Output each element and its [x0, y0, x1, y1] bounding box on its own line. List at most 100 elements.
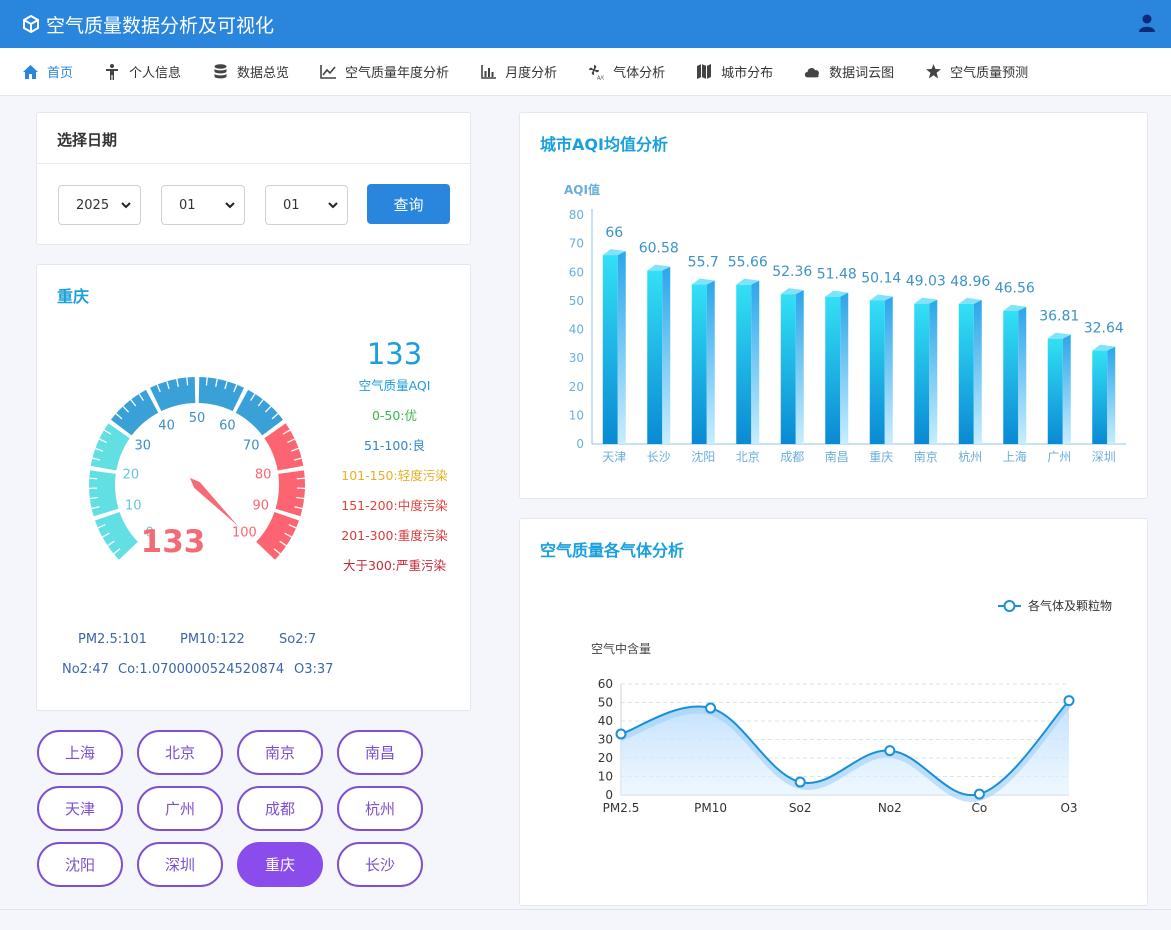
nav-item-city-map[interactable]: 城市分布 — [696, 62, 773, 81]
city-button[interactable]: 南京 — [237, 730, 323, 775]
city-button[interactable]: 北京 — [137, 730, 223, 775]
gauge-tick-label: 30 — [135, 439, 152, 454]
brand[interactable]: 空气质量数据分析及可视化 — [22, 11, 274, 38]
city-button[interactable]: 成都 — [237, 786, 323, 831]
bar-side — [1107, 346, 1116, 444]
x-tick-label: No2 — [878, 801, 902, 815]
gauge-tick — [205, 377, 208, 386]
nav-item-home[interactable]: 首页 — [22, 62, 73, 81]
bar-front — [958, 303, 974, 444]
gauge-tick-label: 60 — [219, 418, 236, 433]
x-tick-label: 深圳 — [1092, 450, 1116, 464]
nav-item-forecast[interactable]: 空气质量预测 — [925, 62, 1028, 81]
y-axis-label: 空气中含量 — [591, 641, 651, 656]
city-aqi-chart-card: 城市AQI均值分析 AQI值 0 10 20 30 40 50 60 70 80 66 天津 60.58… — [519, 112, 1148, 499]
top-bar: 空气质量数据分析及可视化 — [0, 0, 1171, 48]
nav-item-gas[interactable]: A/C 气体分析 — [588, 62, 665, 81]
x-tick-label: O3 — [1060, 801, 1077, 815]
no2-value: No2:47 — [62, 662, 109, 677]
city-button[interactable]: 重庆 — [237, 842, 323, 887]
x-tick-label: 北京 — [736, 450, 760, 464]
user-icon — [1139, 14, 1155, 32]
data-point[interactable] — [1063, 695, 1075, 707]
city-button[interactable]: 广州 — [137, 786, 223, 831]
gauge-value-text: 133 — [141, 524, 206, 560]
y-tick-label: 60 — [598, 677, 613, 691]
nav-item-overview[interactable]: 数据总览 — [212, 62, 289, 81]
city-button[interactable]: 上海 — [37, 730, 123, 775]
city-button[interactable]: 南昌 — [337, 730, 423, 775]
y-tick-label: 50 — [569, 294, 584, 308]
bar-side — [706, 280, 715, 444]
gas-chart-title: 空气质量各气体分析 — [540, 541, 685, 560]
legend-marker — [1003, 600, 1016, 612]
bar-front — [780, 294, 796, 444]
gauge-band — [110, 389, 159, 436]
y-tick-label: 40 — [598, 714, 613, 728]
day-select[interactable]: 01 — [265, 185, 348, 225]
pm10-value: PM10:122 — [180, 632, 245, 647]
year-select[interactable]: 2025 — [58, 185, 141, 225]
bar-front — [647, 270, 663, 444]
x-tick-label: 成都 — [780, 450, 804, 464]
data-point[interactable] — [884, 745, 896, 757]
bar-chart-icon — [480, 64, 496, 80]
date-card-header: 选择日期 — [37, 113, 470, 164]
nav-item-profile[interactable]: 个人信息 — [104, 62, 181, 81]
aqi-level-2: 101-150:轻度污染 — [341, 468, 448, 483]
city-button[interactable]: 深圳 — [137, 842, 223, 887]
gauge-tick-label: 10 — [125, 499, 142, 514]
bar-value-label: 51.48 — [817, 267, 857, 283]
database-icon — [212, 64, 228, 80]
app-title: 空气质量数据分析及可视化 — [46, 14, 275, 37]
gauge-tick — [186, 377, 189, 386]
x-tick-label: 长沙 — [647, 450, 671, 464]
user-menu[interactable] — [1137, 13, 1157, 37]
data-point[interactable] — [615, 728, 627, 740]
y-tick-label: 20 — [569, 380, 584, 394]
y-tick-label: 30 — [569, 351, 584, 365]
gas-line-chart: 各气体及颗粒物空气中含量 0 10 20 30 40 50 60 PM2.5 PM10 So2 No2… — [591, 598, 1112, 815]
aqi-label: 空气质量AQI — [358, 378, 431, 393]
fan-icon: A/C — [588, 64, 604, 80]
bar-value-label: 60.58 — [639, 241, 679, 257]
star-icon — [925, 64, 941, 80]
gauge-band — [149, 377, 196, 412]
x-tick-label: 沈阳 — [691, 449, 715, 464]
y-tick-label: 20 — [598, 751, 613, 765]
legend-label[interactable]: 各气体及颗粒物 — [1028, 598, 1112, 613]
bar-front — [1003, 310, 1019, 444]
data-point[interactable] — [794, 776, 806, 788]
nav-item-annual[interactable]: 空气质量年度分析 — [320, 62, 449, 81]
city-button[interactable]: 杭州 — [337, 786, 423, 831]
gauge-tick — [89, 477, 98, 480]
bar-value-label: 46.56 — [995, 281, 1035, 297]
bar-side — [751, 280, 760, 444]
city-button[interactable]: 长沙 — [337, 842, 423, 887]
bar-side — [795, 290, 804, 444]
chevron-down-icon — [225, 202, 235, 209]
month-select[interactable]: 01 — [161, 185, 245, 225]
bar-value-label: 32.64 — [1084, 321, 1124, 337]
aqi-level-0: 0-50:优 — [371, 408, 418, 423]
cube-icon — [23, 15, 39, 33]
gauge-tick-label: 40 — [158, 418, 175, 433]
city-button[interactable]: 天津 — [37, 786, 123, 831]
gauge-tick-label: 100 — [232, 525, 257, 540]
gauge-tick-label: 80 — [255, 468, 272, 483]
pm25-value: PM2.5:101 — [78, 632, 147, 647]
gauge-tick-label: 50 — [189, 411, 206, 426]
y-tick-label: 0 — [605, 788, 613, 802]
data-point[interactable] — [973, 788, 985, 800]
city-button[interactable]: 沈阳 — [37, 842, 123, 887]
bar-front — [1047, 338, 1063, 444]
nav-item-monthly[interactable]: 月度分析 — [480, 62, 557, 81]
main-nav: 首页 个人信息 数据总览 空气质量年度分析 月度分析 A/C 气体分析 城市分布… — [0, 48, 1171, 96]
x-tick-label: 重庆 — [869, 450, 893, 464]
data-point[interactable] — [705, 702, 717, 714]
bar-value-label: 36.81 — [1039, 309, 1079, 325]
nav-item-wordcloud[interactable]: 数据词云图 — [804, 62, 894, 81]
aqi-gauge: 010203040 50 60708090100133 — [89, 377, 305, 562]
query-button[interactable]: 查询 — [367, 184, 450, 224]
bar-value-label: 55.7 — [688, 255, 719, 271]
